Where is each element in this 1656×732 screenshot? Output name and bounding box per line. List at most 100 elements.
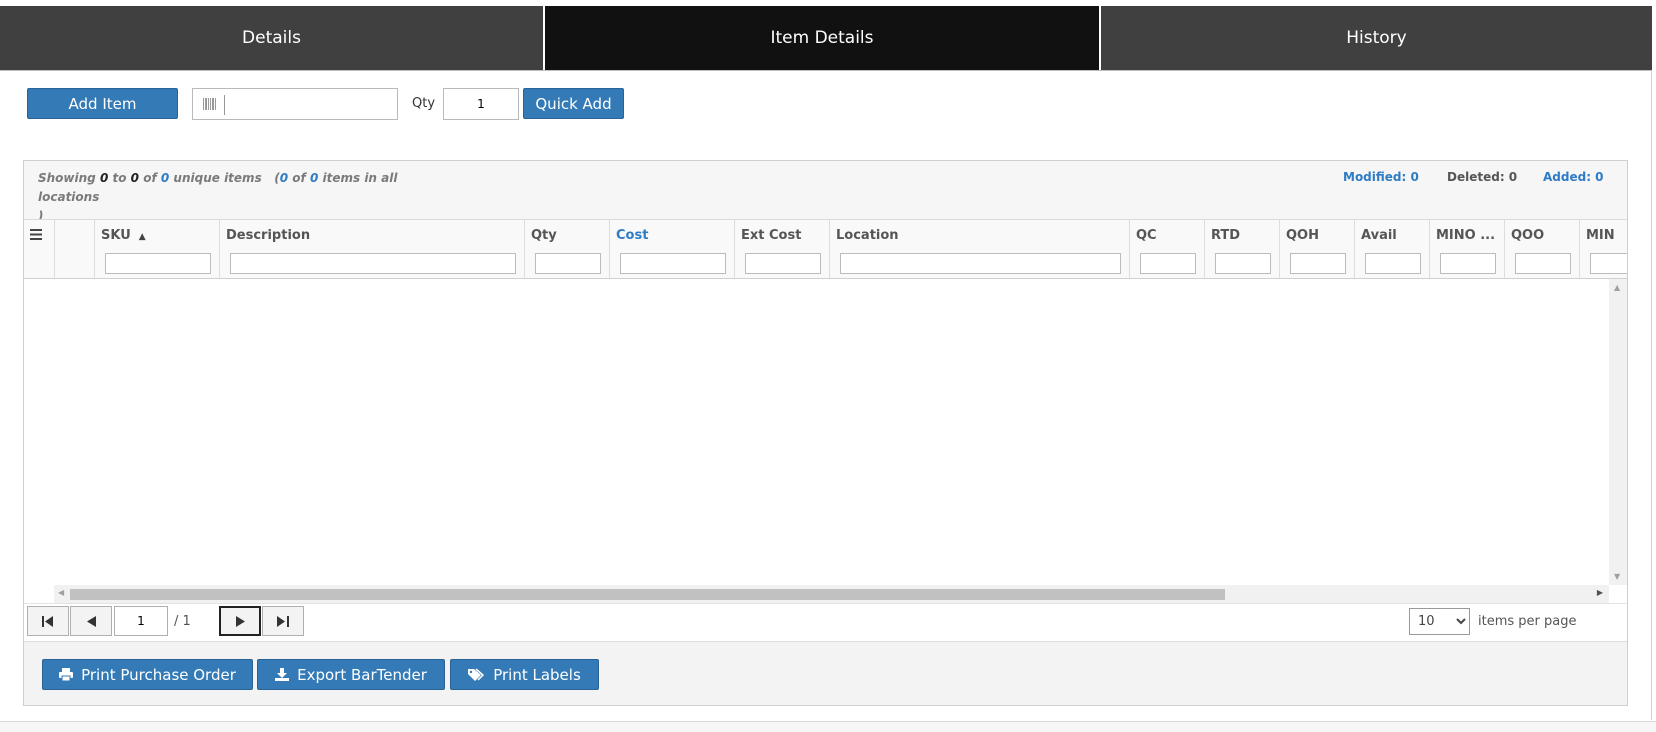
page-number-input[interactable]: [114, 606, 168, 636]
filter-location[interactable]: [840, 253, 1121, 274]
filter-rtd[interactable]: [1215, 253, 1271, 274]
horizontal-scrollbar[interactable]: ◀ ▶: [54, 585, 1609, 603]
next-page-button[interactable]: [219, 606, 261, 636]
scroll-left-icon[interactable]: ◀: [58, 588, 64, 597]
column-title-avail: Avail: [1361, 228, 1397, 243]
first-page-icon: [42, 615, 53, 627]
column-min-order[interactable]: MINO ...: [1429, 220, 1504, 278]
modified-count[interactable]: Modified: 0: [1343, 170, 1419, 184]
scroll-down-icon[interactable]: ▼: [1614, 572, 1620, 581]
previous-page-button[interactable]: [70, 606, 112, 636]
filter-qoo[interactable]: [1515, 253, 1571, 274]
add-item-button[interactable]: Add Item: [27, 88, 178, 119]
column-sku[interactable]: SKU ▲: [94, 220, 219, 278]
deleted-count: Deleted: 0: [1447, 170, 1518, 184]
tab-label: Item Details: [770, 28, 874, 48]
last-page-button[interactable]: [262, 606, 304, 636]
grid-body: [24, 279, 1609, 585]
column-title-cost: Cost: [616, 228, 649, 243]
qty-input[interactable]: [443, 88, 519, 120]
items-per-page-select[interactable]: 10: [1409, 608, 1470, 635]
column-title-min-order: MINO ...: [1436, 228, 1496, 243]
filter-min-order[interactable]: [1440, 253, 1496, 274]
column-title-qty: Qty: [531, 228, 557, 243]
items-per-page-label: items per page: [1478, 614, 1577, 629]
location-of-word: of: [292, 171, 306, 185]
tab-label: History: [1346, 28, 1407, 48]
column-ext-cost[interactable]: Ext Cost: [734, 220, 829, 278]
total-pages: / 1: [174, 614, 191, 629]
showing-from: 0: [99, 171, 109, 185]
tab-label: Details: [242, 28, 301, 48]
column-title-rtd: RTD: [1211, 228, 1241, 243]
qty-label: Qty: [412, 96, 436, 111]
showing-to-word: to: [112, 171, 127, 185]
location-count: 0: [279, 171, 289, 185]
print-labels-label: Print Labels: [493, 665, 581, 684]
tab-details[interactable]: Details: [0, 6, 545, 70]
vertical-scrollbar[interactable]: ▲ ▼: [1609, 279, 1627, 585]
showing-text: Showing: [38, 171, 96, 185]
filter-qc[interactable]: [1140, 253, 1196, 274]
barcode-input[interactable]: [227, 92, 397, 118]
column-qoo[interactable]: QOO: [1504, 220, 1579, 278]
column-title-location: Location: [836, 228, 899, 243]
next-page-icon: [235, 615, 245, 627]
filter-min[interactable]: [1590, 253, 1627, 274]
column-rtd[interactable]: RTD: [1204, 220, 1279, 278]
horizontal-scroll-thumb[interactable]: [70, 589, 1225, 600]
showing-of-word: of: [143, 171, 157, 185]
column-min[interactable]: MIN: [1579, 220, 1627, 278]
showing-to: 0: [130, 171, 140, 185]
tags-icon: [468, 668, 485, 681]
showing-summary: Showing 0 to 0 of 0 unique items (0 of 0…: [38, 169, 458, 226]
column-label: SKU: [101, 228, 131, 243]
column-title-sku: SKU ▲: [101, 228, 146, 243]
column-qty[interactable]: Qty: [524, 220, 609, 278]
column-title-ext-cost: Ext Cost: [741, 228, 802, 243]
column-cost[interactable]: Cost: [609, 220, 734, 278]
print-purchase-order-button[interactable]: Print Purchase Order: [42, 659, 253, 690]
download-icon: [275, 668, 290, 681]
location-total: 0: [309, 171, 319, 185]
column-description[interactable]: Description: [219, 220, 524, 278]
filter-avail[interactable]: [1365, 253, 1421, 274]
last-page-icon: [277, 615, 289, 627]
filter-description[interactable]: [230, 253, 516, 274]
scroll-up-icon[interactable]: ▲: [1614, 283, 1620, 292]
tab-history[interactable]: History: [1101, 6, 1652, 70]
showing-unique-items: unique items: [173, 171, 262, 185]
grid-header: SKU ▲ Description Qty Cost Ext Cost Locat…: [24, 219, 1627, 279]
printer-icon: [59, 668, 74, 681]
column-menu[interactable]: [24, 220, 54, 278]
filter-sku[interactable]: [105, 253, 211, 274]
export-bartender-button[interactable]: Export BarTender: [257, 659, 445, 690]
added-count[interactable]: Added: 0: [1543, 170, 1604, 184]
previous-page-icon: [86, 615, 96, 627]
content-border: [1651, 70, 1652, 720]
first-page-button[interactable]: [27, 606, 69, 636]
column-location[interactable]: Location: [829, 220, 1129, 278]
column-select[interactable]: [54, 220, 94, 278]
column-qc[interactable]: QC: [1129, 220, 1204, 278]
column-title-description: Description: [226, 228, 311, 243]
column-title-min: MIN: [1586, 228, 1615, 243]
page-bottom-bar: [0, 721, 1656, 732]
export-bartender-label: Export BarTender: [297, 665, 427, 684]
filter-qty[interactable]: [535, 253, 601, 274]
print-purchase-order-label: Print Purchase Order: [81, 665, 236, 684]
menu-icon: [30, 229, 42, 240]
barcode-separator: [224, 95, 225, 115]
quick-add-button[interactable]: Quick Add: [523, 88, 624, 119]
print-labels-button[interactable]: Print Labels: [450, 659, 599, 690]
scroll-right-icon[interactable]: ▶: [1597, 588, 1603, 597]
filter-ext-cost[interactable]: [745, 253, 821, 274]
barcode-icon: [203, 98, 216, 110]
barcode-field[interactable]: [192, 88, 398, 120]
tab-item-details[interactable]: Item Details: [545, 6, 1101, 70]
column-avail[interactable]: Avail: [1354, 220, 1429, 278]
column-title-qc: QC: [1136, 228, 1157, 243]
filter-cost[interactable]: [620, 253, 726, 274]
filter-qoh[interactable]: [1290, 253, 1346, 274]
column-qoh[interactable]: QOH: [1279, 220, 1354, 278]
